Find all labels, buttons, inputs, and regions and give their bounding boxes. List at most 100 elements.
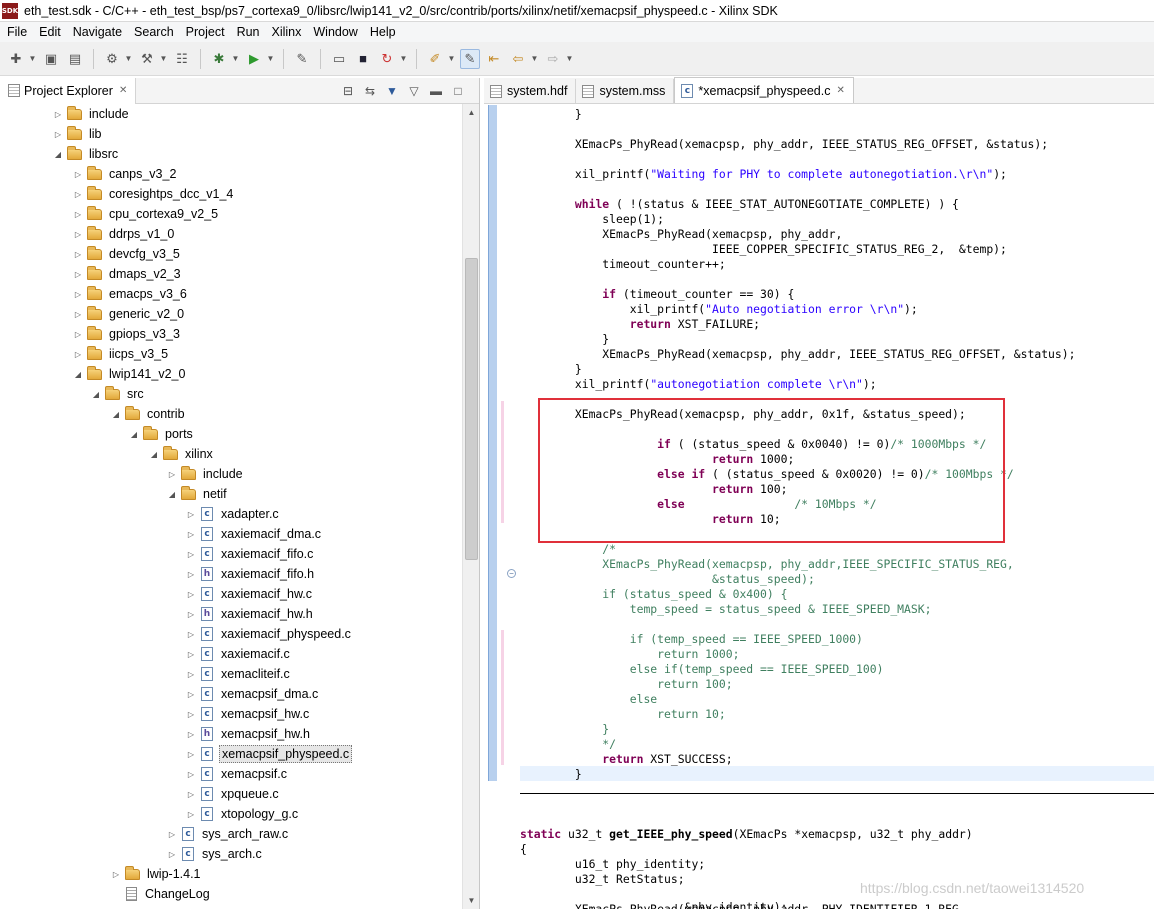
expanded-arrow-icon[interactable]: ◢ (128, 430, 140, 439)
tree-folder[interactable]: ▷ cpu_cortexa9_v2_5 (72, 204, 220, 224)
collapsed-arrow-icon[interactable]: ▷ (185, 770, 197, 779)
collapsed-arrow-icon[interactable]: ▷ (185, 530, 197, 539)
tree-file[interactable]: ChangeLog (110, 884, 212, 904)
collapsed-arrow-icon[interactable]: ▷ (185, 510, 197, 519)
tree-file[interactable]: ▷ c xemacpsif_hw.c (185, 704, 311, 724)
tree-folder[interactable]: ▷ dmaps_v2_3 (72, 264, 183, 284)
tree-folder[interactable]: ◢ src (90, 384, 146, 404)
settings-icon[interactable]: ⚙ (102, 49, 122, 69)
tree-folder[interactable]: ▷ canps_v3_2 (72, 164, 178, 184)
tree-file[interactable]: ▷ c xpqueue.c (185, 784, 281, 804)
debug-icon[interactable]: ✱ (209, 49, 229, 69)
build-dropdown-icon[interactable]: ▼ (159, 49, 168, 69)
save-icon[interactable]: ▣ (41, 49, 61, 69)
tree-file[interactable]: ▷ c xemacpsif.c (185, 764, 289, 784)
expanded-arrow-icon[interactable]: ◢ (90, 390, 102, 399)
terminal-icon[interactable]: ■ (353, 49, 373, 69)
tree-file[interactable]: ▷ h xaxiemacif_fifo.h (185, 564, 316, 584)
expanded-arrow-icon[interactable]: ◢ (72, 370, 84, 379)
collapsed-arrow-icon[interactable]: ▷ (52, 110, 64, 119)
collapsed-arrow-icon[interactable]: ▷ (185, 630, 197, 639)
view-menu-icon[interactable]: ▽ (403, 82, 425, 100)
collapsed-arrow-icon[interactable]: ▷ (72, 190, 84, 199)
tree-file[interactable]: ▷ c xaxiemacif_physpeed.c (185, 624, 353, 644)
back-nav-icon[interactable]: ⇦ (508, 49, 528, 69)
last-edit-icon[interactable]: ⇤ (484, 49, 504, 69)
expanded-arrow-icon[interactable]: ◢ (148, 450, 160, 459)
close-icon[interactable]: ✕ (836, 85, 844, 96)
menu-run[interactable]: Run (230, 25, 265, 39)
console-icon[interactable]: ▭ (329, 49, 349, 69)
tree-file[interactable]: ▷ c sys_arch_raw.c (166, 824, 290, 844)
collapsed-arrow-icon[interactable]: ▷ (185, 710, 197, 719)
tree-folder[interactable]: ◢ ports (128, 424, 195, 444)
tree-folder[interactable]: ▷ gpiops_v3_3 (72, 324, 182, 344)
scroll-up-icon[interactable]: ▲ (463, 104, 480, 121)
pin-dropdown-icon[interactable]: ▼ (447, 49, 456, 69)
tree-folder[interactable]: ▷ include (166, 464, 245, 484)
menu-search[interactable]: Search (127, 25, 179, 39)
tree-folder[interactable]: ▷ coresightps_dcc_v1_4 (72, 184, 235, 204)
tree-folder[interactable]: ▷ ddrps_v1_0 (72, 224, 176, 244)
collapsed-arrow-icon[interactable]: ▷ (72, 330, 84, 339)
tree-file[interactable]: ▷ c sys_arch.c (166, 844, 264, 864)
collapsed-arrow-icon[interactable]: ▷ (72, 350, 84, 359)
tree-folder[interactable]: ◢ contrib (110, 404, 187, 424)
collapsed-arrow-icon[interactable]: ▷ (185, 790, 197, 799)
forward-dropdown-icon[interactable]: ▼ (565, 49, 574, 69)
collapsed-arrow-icon[interactable]: ▷ (72, 170, 84, 179)
run-icon[interactable]: ▶ (244, 49, 264, 69)
tree-folder[interactable]: ▷ include (52, 104, 131, 124)
collapsed-arrow-icon[interactable]: ▷ (72, 270, 84, 279)
tab-xemacpsif-physpeed-c[interactable]: c *xemacpsif_physpeed.c ✕ (674, 77, 854, 103)
menu-navigate[interactable]: Navigate (66, 25, 127, 39)
minimize-icon[interactable]: ▬ (425, 82, 447, 100)
collapsed-arrow-icon[interactable]: ▷ (110, 870, 122, 879)
tree-folder[interactable]: ◢ libsrc (52, 144, 120, 164)
collapsed-arrow-icon[interactable]: ▷ (185, 730, 197, 739)
collapsed-arrow-icon[interactable]: ▷ (72, 210, 84, 219)
collapsed-arrow-icon[interactable]: ▷ (166, 830, 178, 839)
maximize-icon[interactable]: □ (447, 82, 469, 100)
tree-file[interactable]: ▷ h xaxiemacif_hw.h (185, 604, 315, 624)
tree-folder[interactable]: ◢ xilinx (148, 444, 215, 464)
tree-file[interactable]: ▷ c xaxiemacif_fifo.c (185, 544, 315, 564)
new-icon[interactable]: ✚ (6, 49, 26, 69)
tree-folder[interactable]: ▷ iicps_v3_5 (72, 344, 170, 364)
collapsed-arrow-icon[interactable]: ▷ (72, 230, 84, 239)
collapsed-arrow-icon[interactable]: ▷ (166, 470, 178, 479)
menu-window[interactable]: Window (306, 25, 362, 39)
tab-system-mss[interactable]: system.mss (576, 79, 675, 103)
tab-project-explorer[interactable]: Project Explorer ✕ (0, 77, 137, 104)
tree-folder[interactable]: ◢ lwip141_v2_0 (72, 364, 187, 384)
settings-dropdown-icon[interactable]: ▼ (124, 49, 133, 69)
run-dropdown-icon[interactable]: ▼ (266, 49, 275, 69)
collapsed-arrow-icon[interactable]: ▷ (185, 750, 197, 759)
tab-system-hdf[interactable]: system.hdf (484, 79, 577, 103)
close-icon[interactable]: ✕ (119, 85, 127, 96)
save-all-icon[interactable]: ▤ (65, 49, 85, 69)
collapsed-arrow-icon[interactable]: ▷ (185, 670, 197, 679)
collapsed-arrow-icon[interactable]: ▷ (185, 550, 197, 559)
collapse-all-icon[interactable]: ⊟ (337, 82, 359, 100)
collapsed-arrow-icon[interactable]: ▷ (185, 570, 197, 579)
highlight-icon[interactable]: ✎ (460, 48, 480, 69)
back-dropdown-icon[interactable]: ▼ (530, 49, 539, 69)
expanded-arrow-icon[interactable]: ◢ (110, 410, 122, 419)
menu-edit[interactable]: Edit (32, 25, 66, 39)
collapsed-arrow-icon[interactable]: ▷ (185, 610, 197, 619)
tree-file[interactable]: ▷ c xaxiemacif_hw.c (185, 584, 314, 604)
link-editor-icon[interactable]: ⇆ (359, 82, 381, 100)
expanded-arrow-icon[interactable]: ◢ (166, 490, 178, 499)
collapsed-arrow-icon[interactable]: ▷ (72, 310, 84, 319)
expanded-arrow-icon[interactable]: ◢ (52, 150, 64, 159)
build-icon[interactable]: ⚒ (137, 49, 157, 69)
tree-file[interactable]: ▷ c xadapter.c (185, 504, 281, 524)
program-fpga-icon[interactable]: ✎ (292, 49, 312, 69)
tree-file[interactable]: ▷ c xtopology_g.c (185, 804, 300, 824)
forward-nav-icon[interactable]: ⇨ (543, 49, 563, 69)
refresh-dropdown-icon[interactable]: ▼ (399, 49, 408, 69)
tree-folder[interactable]: ▷ devcfg_v3_5 (72, 244, 182, 264)
fold-toggle-icon[interactable]: − (507, 569, 516, 578)
new-dropdown-icon[interactable]: ▼ (28, 49, 37, 69)
